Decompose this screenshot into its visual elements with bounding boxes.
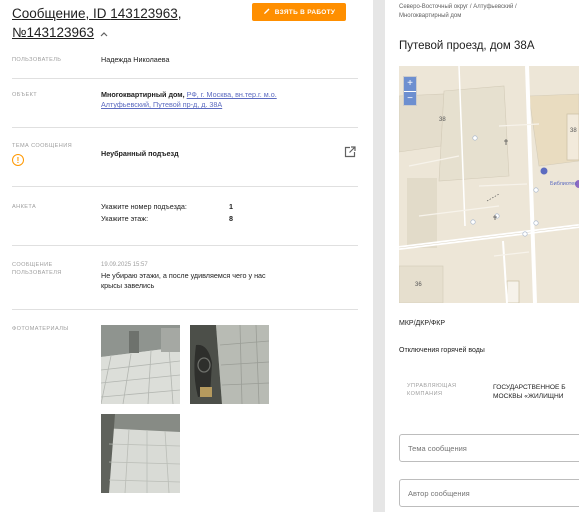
user-value: Надежда Николаева [101, 55, 170, 64]
divider [12, 309, 358, 310]
map[interactable]: + − 38 38 36 Библиотек [399, 66, 579, 303]
topic-input[interactable]: Тема сообщения [399, 434, 579, 462]
object-title: Путевой проезд, дом 38А [399, 40, 535, 52]
divider [12, 186, 358, 187]
breadcrumb-line-1[interactable]: Северо-Восточный округ / Алтуфьевский / [399, 3, 517, 12]
breadcrumb: Северо-Восточный округ / Алтуфьевский / … [399, 3, 517, 21]
object-type: Многоквартирный дом, [101, 90, 187, 99]
form-label: АНКЕТА [12, 204, 37, 210]
divider [12, 245, 358, 246]
zoom-out-button[interactable]: − [404, 91, 416, 105]
title-prefix: Сообщение, ID [12, 6, 111, 21]
chevron-up-icon[interactable] [100, 26, 108, 40]
user-message-label: СООБЩЕНИЕ ПОЛЬЗОВАТЕЛЯ [12, 262, 62, 276]
map-label-building-38-right: 38 [570, 128, 577, 134]
message-date: 19.09.2025 15:57 [101, 262, 148, 268]
topic-value: Неубранный подъезд [101, 149, 179, 158]
company-value: ГОСУДАРСТВЕННОЕ Б МОСКВЫ «ЖИЛИЩНИ [493, 384, 566, 400]
breadcrumb-line-2[interactable]: Многоквартирный дом [399, 12, 517, 21]
form-a2: 8 [229, 214, 233, 223]
author-input[interactable]: Автор сообщения [399, 479, 579, 507]
topic-label: ТЕМА СООБЩЕНИЯ [12, 143, 73, 149]
photo-thumbnail[interactable] [101, 414, 181, 494]
object-panel: Северо-Восточный округ / Алтуфьевский / … [385, 0, 579, 512]
take-button-label: ВЗЯТЬ В РАБОТУ [274, 8, 336, 16]
form-a1: 1 [229, 202, 233, 211]
form-q2: Укажите этаж: [101, 214, 149, 223]
message-panel: Сообщение, ID 143123963, №143123963 ВЗЯТ… [0, 0, 373, 512]
title-comma: , [177, 6, 182, 21]
map-label-library: Библиотек [550, 181, 577, 187]
take-to-work-button[interactable]: ВЗЯТЬ В РАБОТУ [252, 3, 346, 21]
zoom-in-button[interactable]: + [404, 77, 416, 91]
hot-water-section[interactable]: Отключения горячей воды [399, 347, 485, 354]
divider [12, 78, 358, 79]
user-label: ПОЛЬЗОВАТЕЛЬ [12, 57, 62, 63]
object-address-link-1[interactable]: РФ, г. Москва, вн.тер.г. м.о. [187, 90, 277, 99]
open-external-icon[interactable] [344, 145, 356, 158]
warning-icon: ! [12, 154, 24, 166]
message-number-link[interactable]: №143123963 [12, 25, 94, 40]
form-q1: Укажите номер подъезда: [101, 202, 187, 211]
divider [12, 127, 358, 128]
photos-label: ФОТОМАТЕРИАЛЫ [12, 326, 69, 332]
mkd-section[interactable]: МКР/ДКР/ФКР [399, 320, 445, 327]
object-label: ОБЪЕКТ [12, 92, 38, 98]
message-id-link[interactable]: 143123963 [110, 6, 178, 21]
pencil-icon [263, 7, 271, 17]
company-label: УПРАВЛЯЮЩАЯ КОМПАНИЯ [407, 383, 457, 397]
object-address-link-2[interactable]: Алтуфьевский, Путевой пр-д, д. 38А [101, 100, 222, 109]
photo-thumbnail[interactable] [190, 324, 270, 405]
zoom-controls: + − [403, 76, 417, 106]
map-label-building-38-left: 38 [439, 117, 446, 123]
message-title: Сообщение, ID 143123963, №143123963 [12, 4, 182, 43]
photo-thumbnail[interactable] [100, 325, 181, 405]
message-text: Не убираю этажи, а после удивляемся чего… [101, 271, 266, 290]
map-label-building-36: 36 [415, 282, 422, 288]
